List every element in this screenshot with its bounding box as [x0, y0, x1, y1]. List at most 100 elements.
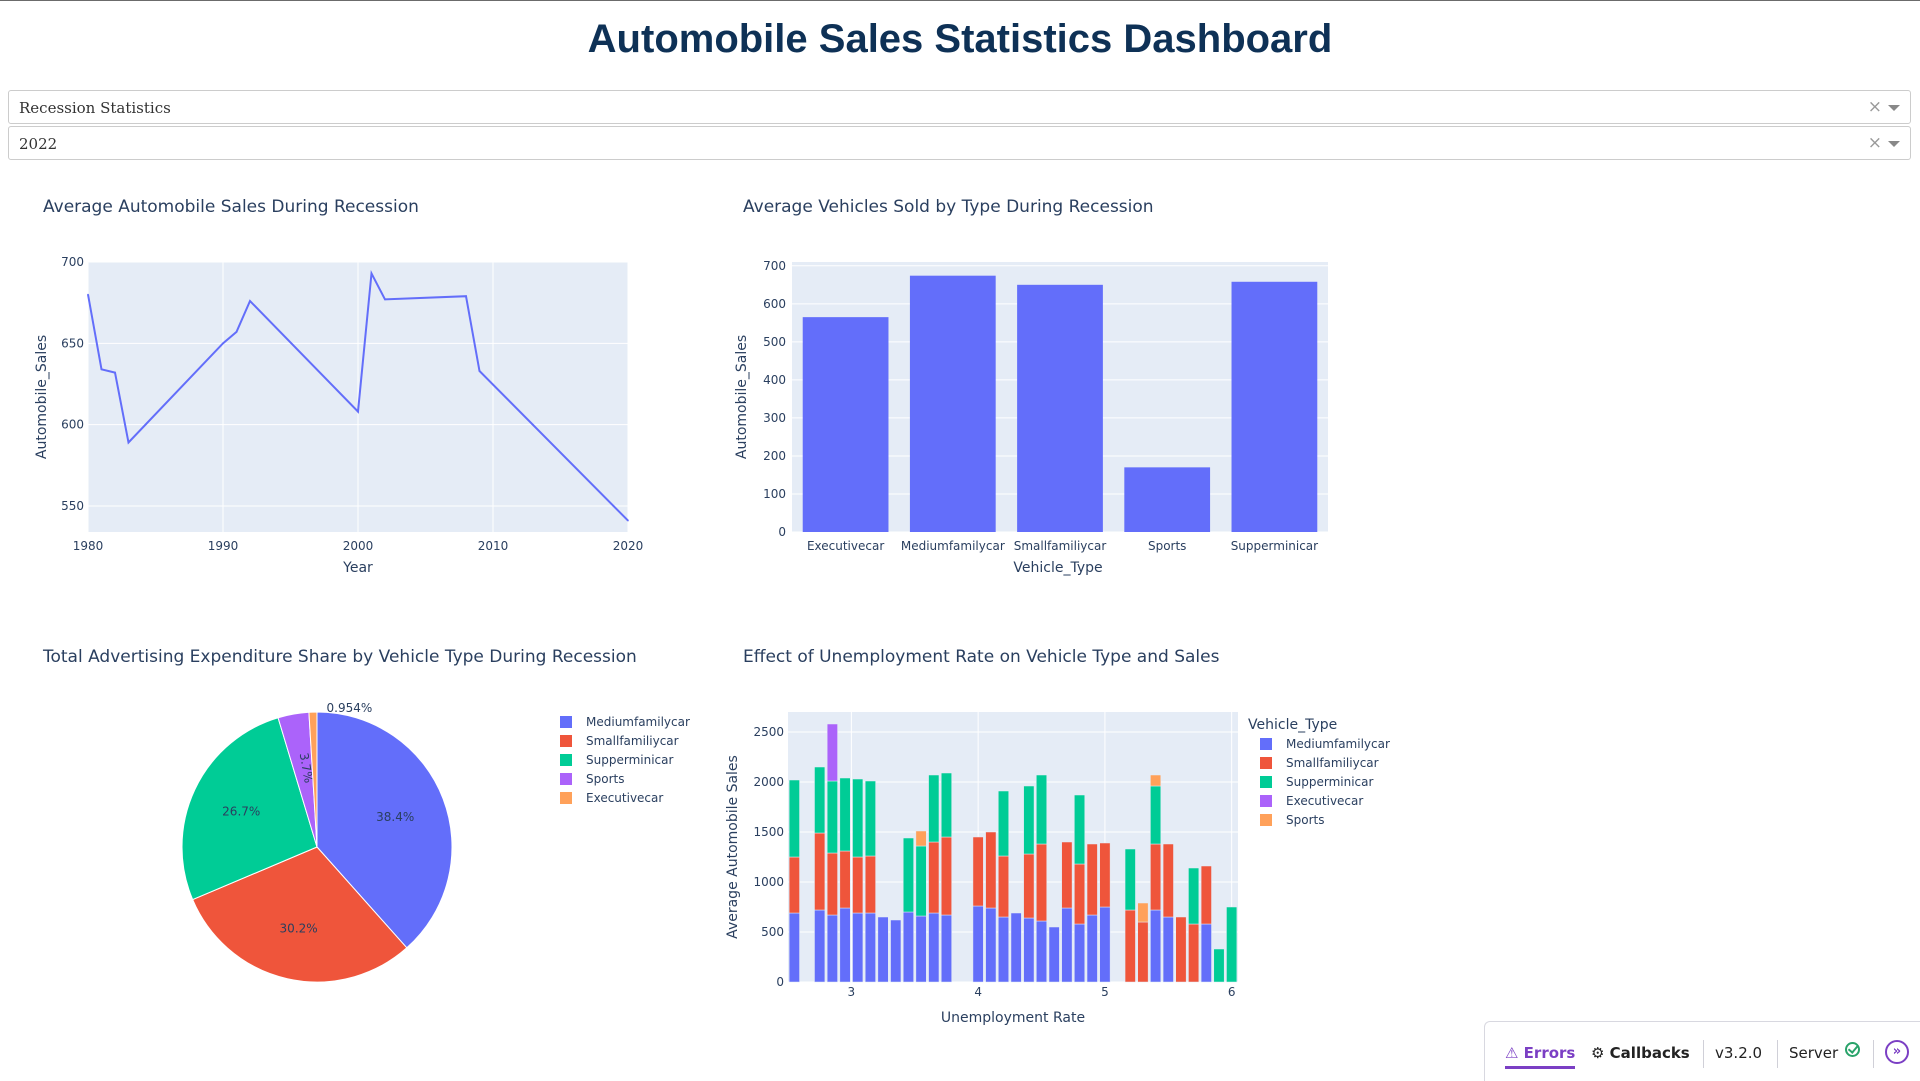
- legend-swatch[interactable]: [560, 735, 572, 747]
- stacked-bar-segment: [1061, 841, 1073, 909]
- x-tick-label: 2010: [478, 539, 509, 553]
- legend-item-label[interactable]: Supperminicar: [586, 753, 673, 767]
- legend-item-label[interactable]: Smallfamiliycar: [586, 734, 679, 748]
- stacked-bar-segment: [902, 911, 914, 983]
- stacked-bar-segment: [788, 912, 800, 983]
- legend-swatch[interactable]: [560, 773, 572, 785]
- legend-item-label[interactable]: Sports: [586, 772, 624, 786]
- y-tick-label: 400: [763, 373, 786, 387]
- stacked-bar-segment: [839, 777, 851, 852]
- data-point: [127, 441, 130, 444]
- caret-down-icon[interactable]: [1888, 141, 1900, 147]
- stacked-bar-segment: [998, 790, 1009, 857]
- stacked-bar-segment: [972, 905, 984, 983]
- legend-item-label[interactable]: Executivecar: [1286, 794, 1363, 808]
- data-point: [114, 371, 116, 374]
- caret-down-icon[interactable]: [1888, 105, 1900, 111]
- stacked-bar-segment: [1137, 921, 1149, 983]
- y-tick-label: 650: [61, 336, 84, 350]
- y-tick-label: 500: [761, 925, 784, 939]
- stacked-bar-segment: [915, 830, 927, 847]
- stacked-bar-segment: [1200, 923, 1212, 983]
- legend-swatch[interactable]: [560, 754, 572, 766]
- legend-swatch[interactable]: [1260, 776, 1272, 788]
- stacked-bar-segment: [1023, 785, 1035, 855]
- x-tick-label: Smallfamiliycar: [1014, 539, 1107, 553]
- legend-item-label[interactable]: Mediumfamilycar: [1286, 737, 1390, 751]
- bar-chart-container: Average Vehicles Sold by Type During Rec…: [700, 181, 1400, 601]
- page-title: Automobile Sales Statistics Dashboard: [587, 17, 1333, 61]
- y-tick-label: 100: [763, 487, 786, 501]
- stacked-bar-segment: [941, 914, 952, 983]
- y-tick-label: 550: [61, 499, 84, 513]
- stacked-bar-segment: [864, 912, 876, 983]
- bar: [1017, 284, 1103, 532]
- stacked-bar-segment: [1226, 906, 1238, 983]
- legend-swatch[interactable]: [560, 716, 572, 728]
- clear-icon[interactable]: ×: [1868, 133, 1882, 153]
- stacked-bar-segment: [1099, 842, 1111, 908]
- legend-swatch[interactable]: [1260, 757, 1272, 769]
- bar: [1231, 281, 1318, 532]
- stacked-bar-segment: [1137, 902, 1149, 923]
- data-point: [478, 370, 481, 372]
- stacked-bar-segment: [1124, 909, 1136, 983]
- stacked-bar-segment: [826, 852, 838, 916]
- legend-swatch[interactable]: [560, 792, 572, 804]
- chart-title: Effect of Unemployment Rate on Vehicle T…: [743, 647, 1220, 667]
- stacked-bar-segment: [915, 915, 927, 983]
- stacked-bar-segment: [826, 780, 838, 854]
- legend-item-label[interactable]: Executivecar: [586, 791, 663, 805]
- stacked-bar-segment: [1150, 774, 1162, 787]
- stacked-bar-segment: [839, 907, 851, 983]
- y-tick-label: 2500: [753, 725, 784, 739]
- statistics-dropdown[interactable]: Recession Statistics ×: [8, 90, 1911, 124]
- stacked-bar-segment: [1124, 848, 1136, 911]
- x-tick-label: Supperminicar: [1231, 539, 1318, 553]
- legend-item-label[interactable]: Mediumfamilycar: [586, 715, 690, 729]
- stacked-bar-segment: [890, 919, 902, 983]
- data-point: [465, 295, 467, 297]
- stacked-bar-segment: [928, 774, 940, 843]
- errors-tab[interactable]: ⚠ Errors: [1505, 1044, 1576, 1069]
- legend-title: Vehicle_Type: [1248, 717, 1337, 733]
- stacked-bar-segment: [1200, 865, 1212, 925]
- stacked-bar-segment: [826, 914, 838, 983]
- data-point: [235, 331, 238, 333]
- server-status: Server: [1789, 1044, 1839, 1062]
- stacked-bar-segment: [826, 723, 838, 782]
- stacked-chart-container: Effect of Unemployment Rate on Vehicle T…: [700, 631, 1420, 1031]
- stacked-bar-segment: [1023, 853, 1035, 919]
- legend-swatch[interactable]: [1260, 738, 1272, 750]
- stacked-bar-segment: [902, 837, 914, 913]
- legend-swatch[interactable]: [1260, 795, 1272, 807]
- debug-menu: ⚠ Errors ⚙ Callbacks v3.2.0 Server »: [1484, 1021, 1920, 1081]
- y-tick-label: 1000: [753, 875, 784, 889]
- clear-icon[interactable]: ×: [1868, 97, 1882, 117]
- stacked-bar-segment: [1061, 907, 1073, 983]
- callbacks-icon: ⚙: [1591, 1044, 1610, 1062]
- x-axis-label: Vehicle_Type: [1013, 560, 1102, 576]
- stacked-bar-segment: [1099, 906, 1111, 983]
- y-axis-label: Automobile_Sales: [34, 335, 50, 459]
- x-tick-label: 3: [848, 985, 856, 999]
- y-tick-label: 200: [763, 449, 786, 463]
- legend-item-label[interactable]: Sports: [1286, 813, 1324, 827]
- legend-item-label[interactable]: Supperminicar: [1286, 775, 1373, 789]
- year-dropdown[interactable]: 2022 ×: [8, 126, 1911, 160]
- stacked-bar-segment: [1036, 774, 1047, 845]
- legend-swatch[interactable]: [1260, 814, 1272, 826]
- bar: [1124, 467, 1211, 532]
- expand-chevrons-icon[interactable]: »: [1885, 1040, 1909, 1064]
- x-tick-label: 1990: [208, 539, 239, 553]
- stacked-bar-segment: [839, 850, 851, 909]
- x-tick-label: 4: [974, 985, 982, 999]
- stacked-bar-segment: [998, 916, 1009, 983]
- data-point: [384, 298, 386, 301]
- stacked-bar-segment: [1074, 923, 1085, 983]
- x-tick-label: 5: [1101, 985, 1109, 999]
- legend-item-label[interactable]: Smallfamiliycar: [1286, 756, 1379, 770]
- stacked-bar-segment: [915, 845, 927, 917]
- y-tick-label: 1500: [753, 825, 784, 839]
- callbacks-tab[interactable]: ⚙ Callbacks: [1591, 1044, 1690, 1062]
